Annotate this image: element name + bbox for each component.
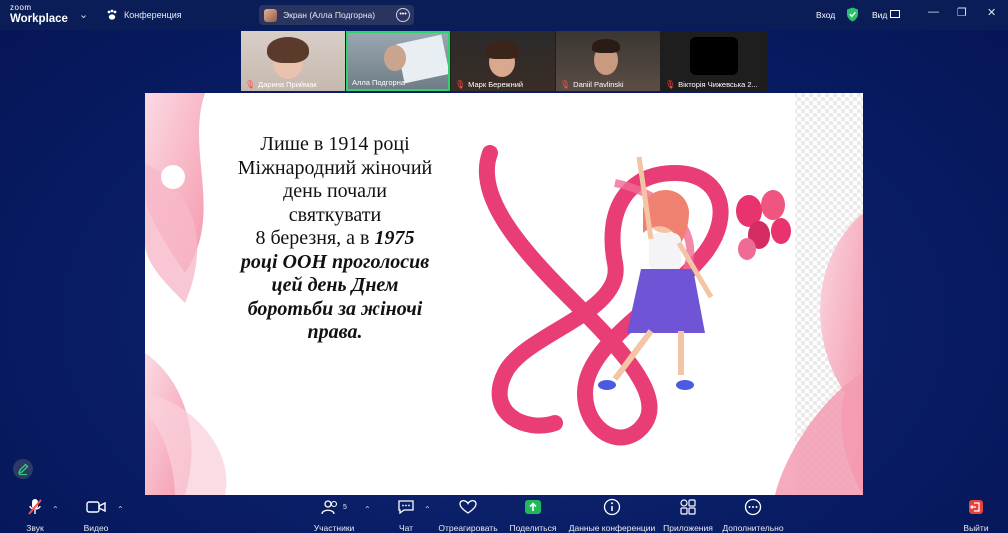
more-icon xyxy=(744,498,762,516)
screen-share-pill[interactable]: Экран (Алла Подгорна) ••• xyxy=(259,5,414,25)
apps-button[interactable]: Приложения xyxy=(662,497,714,533)
view-button[interactable]: Вид xyxy=(872,10,887,20)
chat-icon xyxy=(398,500,414,515)
heart-icon xyxy=(459,499,477,514)
minimize-icon[interactable]: — xyxy=(928,6,939,18)
react-button[interactable]: Отреагировать xyxy=(438,497,498,533)
participant-tile[interactable]: 🎙 Вікторія Чижевська 2... xyxy=(661,31,767,91)
chat-options-chevron-icon[interactable]: ⌃ xyxy=(424,505,431,514)
more-button[interactable]: Дополнительно xyxy=(720,497,786,533)
screen-share-label: Экран (Алла Подгорна) xyxy=(283,10,376,20)
participant-hair xyxy=(267,37,309,63)
chat-label: Чат xyxy=(398,523,414,533)
chat-button[interactable]: Чат xyxy=(390,497,422,533)
leave-label: Выйти xyxy=(963,523,989,533)
participant-tile[interactable]: 🎙 Марк Бережний xyxy=(451,31,555,91)
audio-options-chevron-icon[interactable]: ⌃ xyxy=(52,505,59,514)
meeting-info-label: Данные конференции xyxy=(568,523,656,533)
pencil-icon xyxy=(17,463,29,476)
participant-strip: 🎙 Дарина Приймак Алла Подгорна 🎙 Марк Бере… xyxy=(241,31,767,91)
share-screen-icon xyxy=(525,500,541,514)
close-icon[interactable]: ✕ xyxy=(987,6,996,19)
slide-line: день почали xyxy=(283,180,387,202)
chevron-down-icon[interactable]: ⌄ xyxy=(79,8,88,21)
meeting-toolbar: Звук ⌃ Видео ⌃ 5 Участники ⌃ Чат ⌃ Отреа… xyxy=(0,497,1008,533)
participant-name: Дарина Приймак xyxy=(258,80,317,89)
video-button[interactable]: Видео xyxy=(78,497,114,533)
brand-small: zoom xyxy=(10,3,32,12)
view-grid-icon[interactable] xyxy=(890,10,900,18)
security-shield-icon[interactable] xyxy=(846,7,859,22)
participant-tile[interactable]: 🎙 Дарина Приймак xyxy=(241,31,345,91)
video-options-chevron-icon[interactable]: ⌃ xyxy=(117,505,124,514)
apps-label: Приложения xyxy=(663,523,713,533)
slide-line-prefix: 8 березня, а в xyxy=(255,227,375,249)
participants-label: Участники xyxy=(313,523,355,533)
muted-mic-icon: 🎙 xyxy=(665,80,676,89)
share-button[interactable]: Поделиться xyxy=(508,497,558,533)
meeting-info-button[interactable]: Данные конференции xyxy=(568,497,656,533)
audio-button[interactable]: Звук xyxy=(18,497,52,533)
slide-line-bold: році ООН проголосив xyxy=(240,250,430,273)
paw-icon[interactable] xyxy=(106,9,118,21)
more-label: Дополнительно xyxy=(722,523,784,533)
app-logo: zoom Workplace xyxy=(10,3,68,26)
apps-icon xyxy=(680,499,696,515)
brand-big: Workplace xyxy=(10,13,68,25)
slide-line: Міжнародний жіночий xyxy=(237,156,433,179)
muted-mic-icon: 🎙 xyxy=(245,80,256,89)
leave-icon xyxy=(969,500,983,514)
participant-name: Марк Бережний xyxy=(468,80,524,89)
muted-mic-icon: 🎙 xyxy=(455,80,466,89)
sign-in-button[interactable]: Вход xyxy=(816,10,835,20)
slide-line: святкувати xyxy=(288,203,382,226)
react-label: Отреагировать xyxy=(438,523,498,533)
participants-icon xyxy=(321,500,338,515)
participant-name: Вікторія Чижевська 2... xyxy=(678,80,758,89)
slide-line-mixed: 8 березня, а в 1975 xyxy=(215,227,455,251)
participant-tile-active[interactable]: Алла Подгорна xyxy=(346,31,450,91)
slide-line: Лише в 1914 році xyxy=(260,133,410,155)
video-label: Видео xyxy=(83,523,109,533)
participant-hair xyxy=(592,39,620,53)
video-camera-icon xyxy=(86,501,106,513)
shared-screen-slide: Лише в 1914 році Міжнародний жіночий ден… xyxy=(145,93,863,495)
participant-name: Daniil Pavlinski xyxy=(573,80,624,89)
annotate-button[interactable] xyxy=(13,459,33,479)
info-icon xyxy=(603,498,621,516)
audio-label: Звук xyxy=(26,523,44,533)
participants-button[interactable]: 5 Участники xyxy=(308,497,360,533)
slide-text: Лише в 1914 році Міжнародний жіночий ден… xyxy=(215,133,455,345)
participant-tile[interactable]: 🎙 Daniil Pavlinski xyxy=(556,31,660,91)
participant-video-off xyxy=(690,37,738,75)
muted-mic-icon: 🎙 xyxy=(560,80,571,89)
participant-video xyxy=(384,45,406,71)
muted-mic-icon xyxy=(28,499,42,515)
title-bar: zoom Workplace ⌄ Конференция Экран (Алла… xyxy=(0,0,1008,30)
slide-line-bold: боротьби за жіночі xyxy=(247,297,423,320)
conference-label[interactable]: Конференция xyxy=(124,10,182,20)
participant-hair xyxy=(485,41,519,59)
participants-count: 5 xyxy=(343,503,347,511)
slide-year: 1975 xyxy=(374,227,415,249)
more-icon[interactable]: ••• xyxy=(396,8,410,22)
slide-line-bold: цей день Днем xyxy=(271,274,399,296)
participant-name: Алла Подгорна xyxy=(352,78,406,87)
restore-icon[interactable]: ❐ xyxy=(957,6,967,19)
avatar xyxy=(264,8,277,22)
participants-options-chevron-icon[interactable]: ⌃ xyxy=(364,505,371,514)
share-label: Поделиться xyxy=(509,523,557,533)
leave-button[interactable]: Выйти xyxy=(960,497,992,533)
slide-line-bold: права. xyxy=(307,321,363,343)
